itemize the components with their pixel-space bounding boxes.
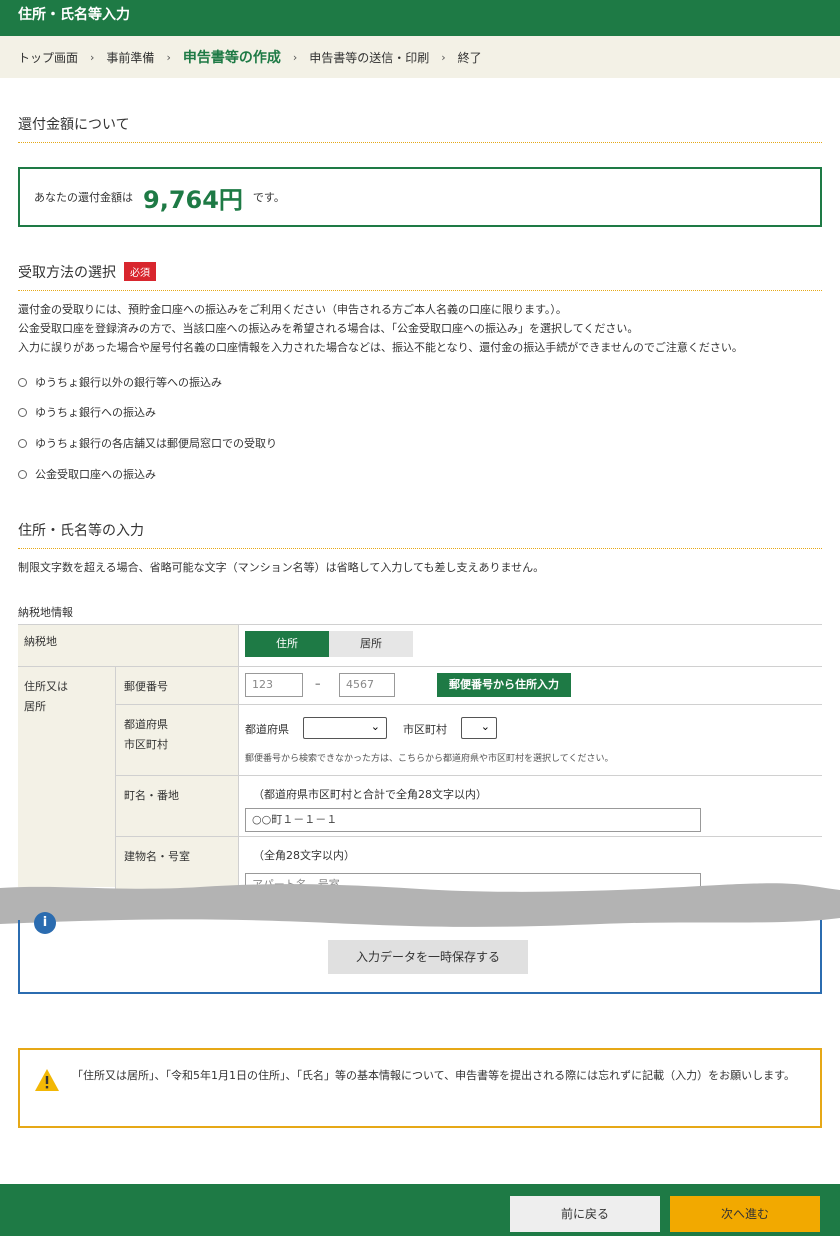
chevron-right-icon: › <box>292 50 298 64</box>
warning-icon <box>35 1069 59 1091</box>
postal-code-second-input[interactable]: 4567 <box>339 673 395 697</box>
radio-circle-icon[interactable] <box>18 438 27 448</box>
postal-value: 123 – 4567 郵便番号から住所入力 <box>238 667 822 704</box>
receive-heading-text: 受取方法の選択 <box>18 265 116 281</box>
pref-city-value: 都道府県 ⌄ 市区町村 ⌄ 郵便番号から検索できなかった方は、こちらから都道府県… <box>238 705 822 775</box>
refund-heading: 還付金額について <box>18 114 822 143</box>
chevron-right-icon: › <box>441 50 446 64</box>
breadcrumb-item-send: 申告書等の送信・印刷 <box>309 50 430 65</box>
toggle-residence-button[interactable]: 居所 <box>329 631 413 657</box>
refund-suffix: です。 <box>252 191 285 204</box>
receive-heading: 受取方法の選択 必須 <box>18 262 822 291</box>
radio-option-post-office[interactable]: ゆうちょ銀行の各店舗又は郵便局窓口での受取り <box>18 435 277 451</box>
receive-notes: 還付金の受取りには、預貯金口座への振込みをご利用ください（申告される方ご本人名義… <box>18 300 743 357</box>
postal-code-first-input[interactable]: 123 <box>245 673 303 697</box>
row-tax-place: 納税地 住所 居所 <box>18 625 822 667</box>
address-heading: 住所・氏名等の入力 <box>18 520 822 549</box>
radio-option-bank[interactable]: ゆうちょ銀行以外の銀行等への振込み <box>18 374 222 390</box>
radio-option-public-account[interactable]: 公金受取口座への振込み <box>18 466 156 482</box>
address-note: 制限文字数を超える場合、省略可能な文字（マンション名等）は省略して入力しても差し… <box>18 561 545 574</box>
city-field-label: 市区町村 <box>403 723 447 736</box>
chevron-down-icon: ⌄ <box>480 720 490 733</box>
radio-circle-icon[interactable] <box>18 377 27 387</box>
breadcrumb-item-prep: 事前準備 <box>106 50 155 65</box>
save-info-box: i 入力データを一時保存する <box>18 912 822 994</box>
postal-dash: – <box>315 677 321 690</box>
radio-circle-icon[interactable] <box>18 469 27 479</box>
address-form: 納税地 住所 居所 住所又は 居所 郵便番号 123 – 4567 郵便番号から… <box>18 624 822 897</box>
tax-place-label: 納税地 <box>18 625 238 666</box>
city-label: 市区町村 <box>124 738 168 751</box>
radio-option-yucho[interactable]: ゆうちょ銀行への振込み <box>18 404 156 420</box>
radio-label: ゆうちょ銀行の各店舗又は郵便局窓口での受取り <box>35 437 277 450</box>
page-title: 住所・氏名等入力 <box>18 7 130 23</box>
refund-amount-box: あなたの還付金額は 9,764円 です。 <box>18 167 822 227</box>
page-title-bar: 住所・氏名等入力 <box>0 0 840 36</box>
address-group-label: 住所又は 居所 <box>18 667 115 887</box>
postal-lookup-button[interactable]: 郵便番号から住所入力 <box>437 673 571 697</box>
row-pref-city: 都道府県 市区町村 都道府県 ⌄ 市区町村 ⌄ 郵便番号から検索できなかった方は… <box>115 705 822 776</box>
info-icon: i <box>34 912 56 934</box>
footer-bar: 前に戻る 次へ進む <box>0 1184 840 1236</box>
breadcrumb: トップ画面 › 事前準備 › 申告書等の作成 › 申告書等の送信・印刷 › 終了 <box>0 36 840 78</box>
warning-text: 「住所又は居所」、「令和5年1月1日の住所」、「氏名」等の基本情報について、申告… <box>72 1069 796 1082</box>
town-label: 町名・番地 <box>115 776 238 836</box>
back-button[interactable]: 前に戻る <box>510 1196 660 1232</box>
building-hint: （全角28文字以内） <box>253 849 355 862</box>
receive-note: 還付金の受取りには、預貯金口座への振込みをご利用ください（申告される方ご本人名義… <box>18 303 567 316</box>
receive-note: 入力に誤りがあった場合や屋号付名義の口座情報を入力された場合などは、振込不能とな… <box>18 341 743 354</box>
warning-box: 「住所又は居所」、「令和5年1月1日の住所」、「氏名」等の基本情報について、申告… <box>18 1048 822 1128</box>
radio-circle-icon[interactable] <box>18 407 27 417</box>
tax-place-caption: 納税地情報 <box>18 606 73 619</box>
refund-label: あなたの還付金額は <box>34 191 133 204</box>
address-heading-text: 住所・氏名等の入力 <box>18 523 144 539</box>
breadcrumb-item-top: トップ画面 <box>18 50 79 65</box>
pref-hint: 郵便番号から検索できなかった方は、こちらから都道府県や市区町村を選択してください… <box>245 754 614 764</box>
breadcrumb-item-current: 申告書等の作成 <box>182 50 281 66</box>
city-select[interactable]: ⌄ <box>461 717 497 739</box>
radio-label: 公金受取口座への振込み <box>35 468 156 481</box>
pref-field-label: 都道府県 <box>245 723 289 736</box>
postal-label: 郵便番号 <box>115 667 238 704</box>
breadcrumb-item-end: 終了 <box>457 50 482 65</box>
pref-city-label: 都道府県 市区町村 <box>115 705 238 775</box>
radio-label: ゆうちょ銀行への振込み <box>35 406 156 419</box>
chevron-right-icon: › <box>90 50 95 64</box>
town-value: （都道府県市区町村と合計で全角28文字以内） ○○町１－１－１ <box>238 776 822 836</box>
chevron-right-icon: › <box>166 50 171 64</box>
address-group-label-1: 住所又は <box>24 680 68 693</box>
town-input[interactable]: ○○町１－１－１ <box>245 808 701 832</box>
next-button[interactable]: 次へ進む <box>670 1196 820 1232</box>
required-badge: 必須 <box>124 262 156 281</box>
radio-label: ゆうちょ銀行以外の銀行等への振込み <box>35 376 222 389</box>
chevron-down-icon: ⌄ <box>370 720 380 733</box>
prefecture-select[interactable]: ⌄ <box>303 717 387 739</box>
toggle-address-button[interactable]: 住所 <box>245 631 329 657</box>
receive-note: 公金受取口座を登録済みの方で、当該口座への振込みを希望される場合は、「公金受取口… <box>18 322 639 335</box>
refund-amount: 9,764円 <box>143 185 243 214</box>
row-town: 町名・番地 （都道府県市区町村と合計で全角28文字以内） ○○町１－１－１ <box>115 776 822 837</box>
temporary-save-button[interactable]: 入力データを一時保存する <box>328 940 528 974</box>
town-hint: （都道府県市区町村と合計で全角28文字以内） <box>253 788 487 801</box>
tax-place-value: 住所 居所 <box>238 625 822 666</box>
address-group-label-2: 居所 <box>24 700 46 713</box>
refund-heading-text: 還付金額について <box>18 117 130 133</box>
pref-label: 都道府県 <box>124 718 168 731</box>
row-postal: 郵便番号 123 – 4567 郵便番号から住所入力 <box>115 667 822 705</box>
